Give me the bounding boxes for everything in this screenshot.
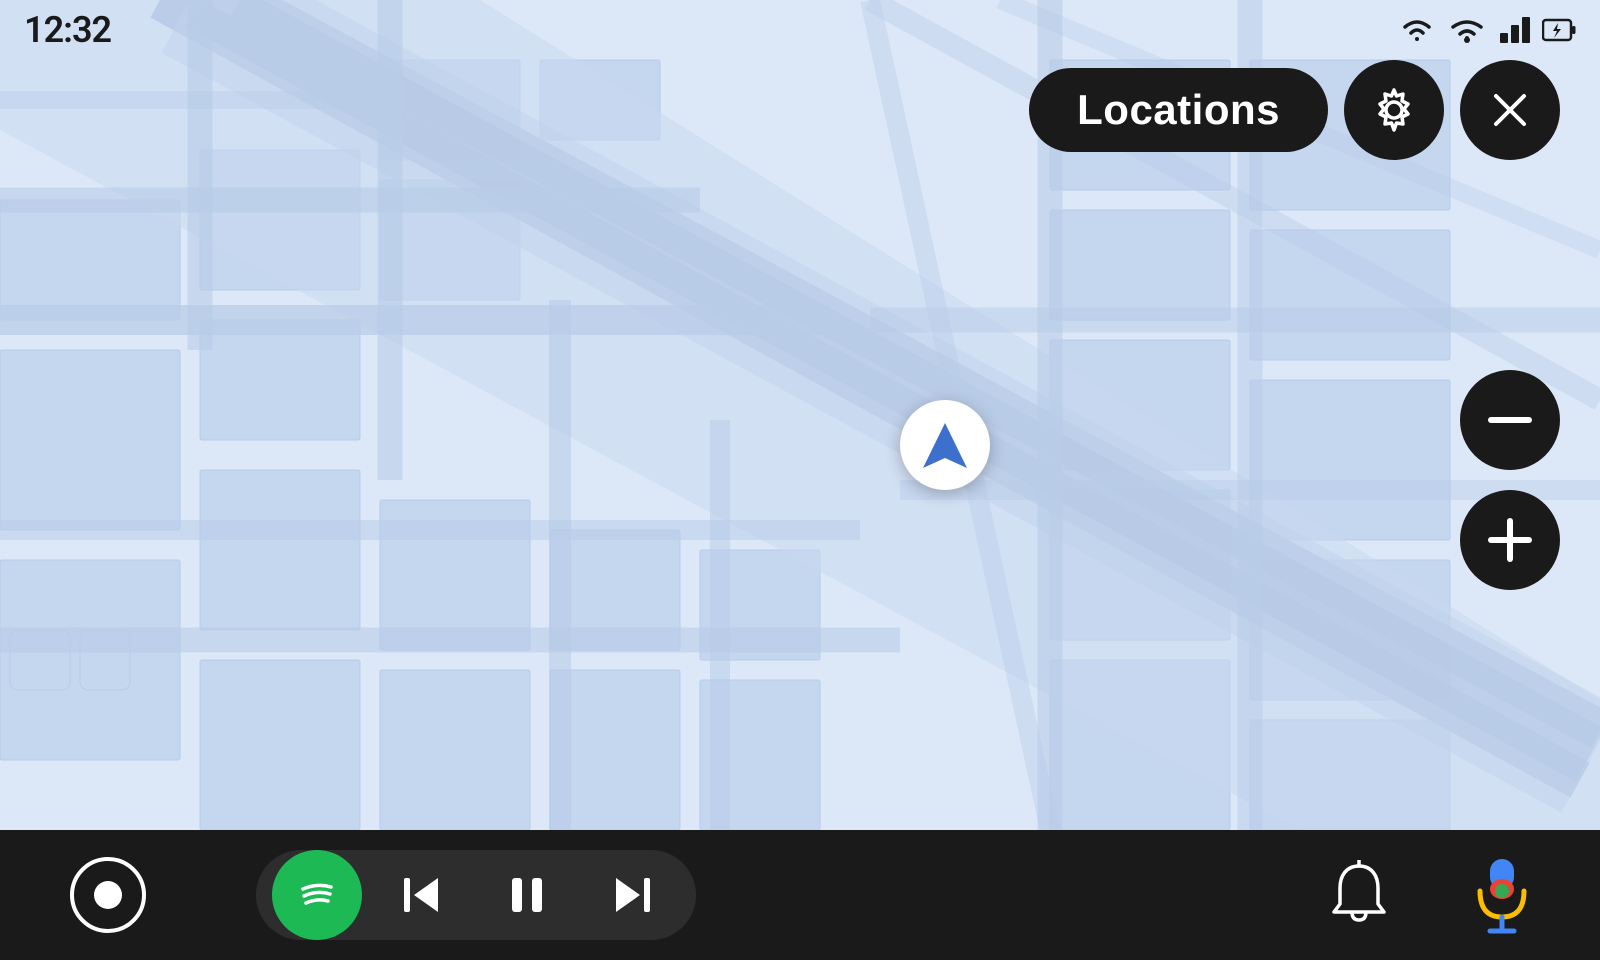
top-controls: Locations bbox=[1029, 60, 1560, 160]
spotify-icon bbox=[289, 867, 345, 923]
plus-icon bbox=[1488, 518, 1532, 562]
taskbar bbox=[0, 830, 1600, 960]
voice-button[interactable] bbox=[1444, 850, 1560, 940]
pause-button[interactable] bbox=[474, 850, 580, 940]
media-player-pill bbox=[256, 850, 696, 940]
home-button[interactable] bbox=[40, 850, 176, 940]
home-circle-icon bbox=[68, 855, 148, 935]
pause-icon bbox=[502, 870, 552, 920]
locations-button[interactable]: Locations bbox=[1029, 68, 1328, 152]
bell-icon bbox=[1326, 860, 1392, 930]
skip-back-icon bbox=[396, 870, 446, 920]
right-controls bbox=[1298, 850, 1560, 940]
close-button[interactable] bbox=[1460, 60, 1560, 160]
zoom-out-button[interactable] bbox=[1460, 370, 1560, 470]
notification-button[interactable] bbox=[1298, 850, 1420, 940]
google-mic-icon bbox=[1472, 855, 1532, 935]
prev-button[interactable] bbox=[368, 850, 474, 940]
gear-icon bbox=[1368, 84, 1420, 136]
next-button[interactable] bbox=[580, 850, 686, 940]
close-icon bbox=[1488, 88, 1532, 132]
skip-forward-icon bbox=[608, 870, 658, 920]
spotify-button[interactable] bbox=[272, 850, 362, 940]
zoom-controls bbox=[1460, 370, 1560, 590]
minus-icon bbox=[1488, 415, 1532, 425]
zoom-in-button[interactable] bbox=[1460, 490, 1560, 590]
location-marker bbox=[900, 400, 990, 490]
settings-button[interactable] bbox=[1344, 60, 1444, 160]
